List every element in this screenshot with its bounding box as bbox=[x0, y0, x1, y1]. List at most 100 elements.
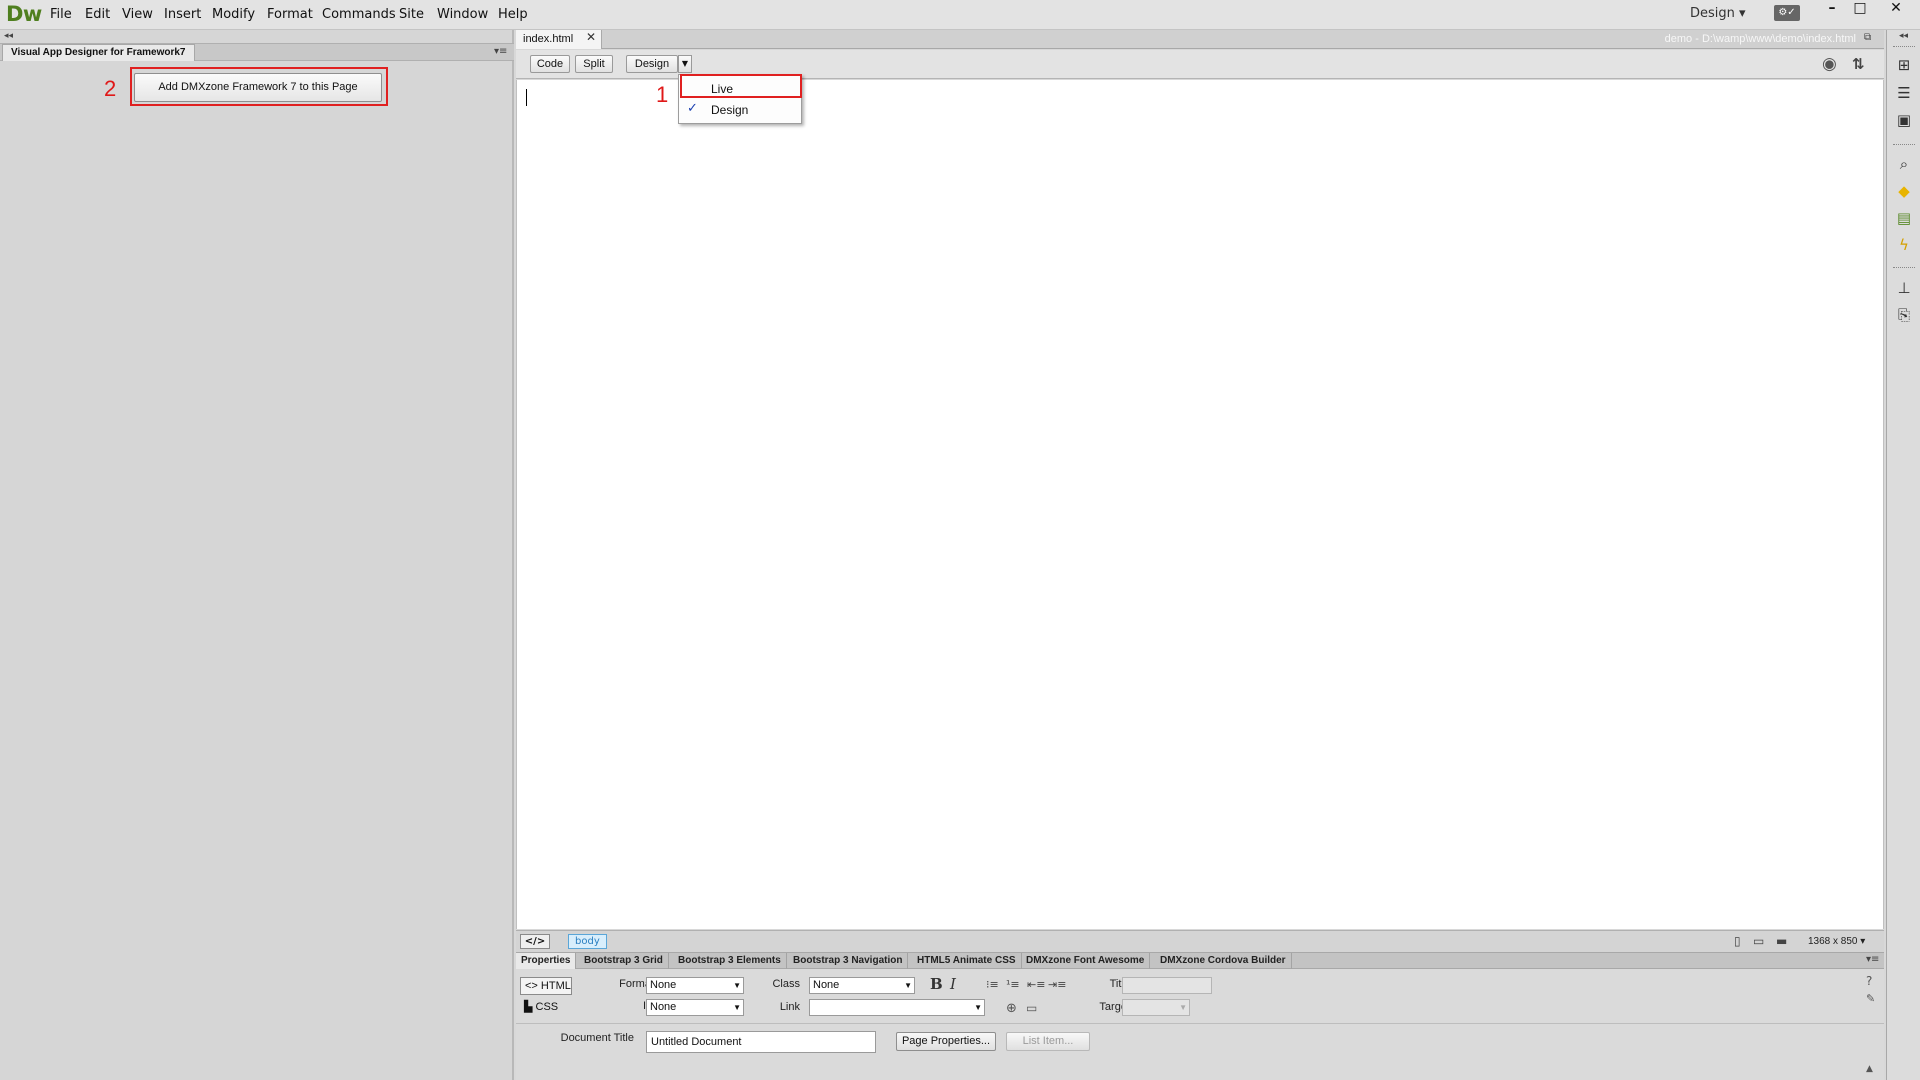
bindings-icon[interactable]: ϟ bbox=[1894, 235, 1914, 255]
italic-button[interactable]: I bbox=[950, 975, 956, 993]
format-select[interactable]: None ▼ bbox=[646, 977, 744, 994]
workspace-switcher[interactable]: Design ▾ bbox=[1690, 6, 1746, 21]
document-title-input[interactable]: Untitled Document bbox=[646, 1031, 876, 1053]
assets-icon[interactable]: ▣ bbox=[1894, 110, 1914, 130]
checkmark-icon: ✓ bbox=[687, 101, 698, 116]
menu-bar: Dw File Edit View Insert Modify Format C… bbox=[0, 0, 1920, 30]
point-to-file-icon[interactable]: ⊕ bbox=[1006, 1001, 1017, 1016]
left-panel-tabbar: Visual App Designer for Framework7 ▾≡ bbox=[0, 43, 514, 61]
class-label: Class bbox=[772, 978, 800, 990]
tablet-size-icon[interactable]: ▭ bbox=[1753, 934, 1764, 948]
expand-panels-icon[interactable]: ◂◂ bbox=[1899, 31, 1908, 41]
unordered-list-icon[interactable]: ⁝≡ bbox=[986, 978, 999, 991]
collapse-panel-icon[interactable]: ▲ bbox=[1866, 1064, 1873, 1074]
window-size-select[interactable]: 1368 x 850 ▾ bbox=[1808, 936, 1865, 947]
close-window-button[interactable]: ✕ bbox=[1882, 1, 1910, 17]
page-properties-button[interactable]: Page Properties... bbox=[896, 1032, 996, 1051]
behaviors-icon[interactable]: ◆ bbox=[1894, 181, 1914, 201]
list-item-button[interactable]: List Item... bbox=[1006, 1032, 1090, 1051]
maximize-button[interactable]: □ bbox=[1846, 1, 1874, 17]
tab-cordova-builder[interactable]: DMXzone Cordova Builder bbox=[1155, 953, 1292, 969]
indent-icon[interactable]: ⇥≡ bbox=[1048, 978, 1066, 991]
id-select[interactable]: None ▼ bbox=[646, 999, 744, 1016]
minimize-button[interactable]: – bbox=[1818, 1, 1846, 17]
menu-site[interactable]: Site bbox=[399, 7, 424, 22]
status-bar: </> body ▯ ▭ ▬ 1368 x 850 ▾ bbox=[516, 930, 1884, 952]
divider bbox=[1893, 46, 1915, 48]
html-mode-button[interactable]: <> HTML bbox=[520, 977, 572, 995]
server-behaviors-icon[interactable]: ▤ bbox=[1894, 208, 1914, 228]
chevron-down-icon: ▼ bbox=[974, 1003, 982, 1012]
insert-panel-icon[interactable]: ⊞ bbox=[1894, 55, 1914, 75]
menu-help[interactable]: Help bbox=[498, 7, 528, 22]
divider bbox=[516, 1023, 1884, 1024]
close-tab-icon[interactable]: ✕ bbox=[586, 30, 596, 44]
target-select[interactable]: ▼ bbox=[1122, 999, 1190, 1016]
file-transfer-icon[interactable]: ⇅ bbox=[1852, 55, 1865, 73]
menu-modify[interactable]: Modify bbox=[212, 7, 255, 22]
menu-window[interactable]: Window bbox=[437, 7, 488, 22]
code-navigator-icon[interactable]: </> bbox=[520, 934, 550, 949]
quick-tag-editor-icon[interactable]: ✎ bbox=[1866, 992, 1875, 1005]
mobile-size-icon[interactable]: ▯ bbox=[1734, 934, 1741, 948]
title-input[interactable] bbox=[1122, 977, 1212, 994]
menu-format[interactable]: Format bbox=[267, 7, 313, 22]
menu-file[interactable]: File bbox=[50, 7, 72, 22]
tab-bootstrap-elements[interactable]: Bootstrap 3 Elements bbox=[673, 953, 787, 969]
class-value: None bbox=[813, 979, 840, 991]
ordered-list-icon[interactable]: ¹≡ bbox=[1006, 978, 1020, 991]
browse-folder-icon[interactable]: ▭ bbox=[1026, 1001, 1037, 1015]
sitemap-icon[interactable]: ⊥ bbox=[1894, 278, 1914, 298]
css-mode-button[interactable]: ▙ CSS bbox=[520, 999, 572, 1017]
properties-panel: Properties Bootstrap 3 Grid Bootstrap 3 … bbox=[516, 952, 1884, 1080]
design-view-button[interactable]: Design bbox=[626, 55, 678, 73]
document-tab-label: index.html bbox=[523, 33, 574, 45]
desktop-size-icon[interactable]: ▬ bbox=[1776, 934, 1787, 948]
collapse-panel-icon[interactable]: ◂◂ bbox=[4, 31, 13, 41]
bold-button[interactable]: B bbox=[930, 975, 943, 993]
menu-view[interactable]: View bbox=[122, 7, 153, 22]
css-designer-icon[interactable]: ⌕ bbox=[1894, 154, 1914, 174]
snippets-icon[interactable]: ⎘ bbox=[1894, 305, 1914, 325]
css-mode-label: CSS bbox=[535, 1001, 559, 1013]
code-view-button[interactable]: Code bbox=[530, 55, 570, 73]
link-input[interactable]: ▼ bbox=[809, 999, 985, 1016]
view-dropdown-arrow-icon[interactable]: ▼ bbox=[678, 55, 692, 73]
outdent-icon[interactable]: ⇤≡ bbox=[1027, 978, 1045, 991]
tab-visual-app-designer[interactable]: Visual App Designer for Framework7 bbox=[2, 44, 195, 61]
tab-properties[interactable]: Properties bbox=[516, 953, 577, 969]
tab-bootstrap-navigation[interactable]: Bootstrap 3 Navigation bbox=[788, 953, 909, 969]
right-panel-strip: ◂◂ ⊞ ☰ ▣ ⌕ ◆ ▤ ϟ ⊥ ⎘ bbox=[1886, 30, 1920, 1080]
html-mode-label: HTML bbox=[540, 980, 571, 992]
split-view-button[interactable]: Split bbox=[575, 55, 613, 73]
menu-edit[interactable]: Edit bbox=[85, 7, 110, 22]
panel-options-icon[interactable]: ▾≡ bbox=[494, 46, 507, 57]
database-icon[interactable]: ☰ bbox=[1894, 83, 1914, 103]
add-framework7-button[interactable]: Add DMXzone Framework 7 to this Page bbox=[134, 73, 382, 102]
divider bbox=[1893, 144, 1915, 146]
document-tabbar: index.html ✕ demo - D:\wamp\www\demo\ind… bbox=[516, 30, 1884, 49]
help-icon[interactable]: ? bbox=[1866, 974, 1872, 988]
chevron-down-icon: ▼ bbox=[733, 981, 741, 990]
menu-commands[interactable]: Commands bbox=[322, 7, 396, 22]
left-panel: ◂◂ Visual App Designer for Framework7 ▾≡… bbox=[0, 30, 514, 1080]
document-title-label: Document Title bbox=[560, 1032, 634, 1044]
link-label: Link bbox=[779, 1001, 800, 1013]
restore-document-icon[interactable]: ⧉ bbox=[1864, 32, 1871, 43]
chevron-down-icon: ▼ bbox=[733, 1003, 741, 1012]
divider bbox=[1893, 267, 1915, 269]
sync-settings-icon[interactable]: ⚙✓ bbox=[1774, 5, 1800, 21]
panel-options-icon[interactable]: ▾≡ bbox=[1866, 954, 1879, 965]
design-canvas[interactable] bbox=[516, 80, 1884, 929]
tag-selector-body[interactable]: body bbox=[568, 934, 607, 949]
highlight-box bbox=[680, 74, 802, 98]
menu-insert[interactable]: Insert bbox=[164, 7, 201, 22]
properties-tabbar: Properties Bootstrap 3 Grid Bootstrap 3 … bbox=[516, 952, 1884, 969]
class-select[interactable]: None ▼ bbox=[809, 977, 915, 994]
document-path: demo - D:\wamp\www\demo\index.html bbox=[1664, 33, 1856, 45]
tab-bootstrap-grid[interactable]: Bootstrap 3 Grid bbox=[579, 953, 669, 969]
tab-html5-animate-css[interactable]: HTML5 Animate CSS bbox=[912, 953, 1022, 969]
tab-font-awesome[interactable]: DMXzone Font Awesome bbox=[1021, 953, 1151, 969]
preview-in-browser-icon[interactable]: ◉ bbox=[1822, 54, 1837, 74]
menu-item-design[interactable]: Design bbox=[711, 103, 748, 117]
